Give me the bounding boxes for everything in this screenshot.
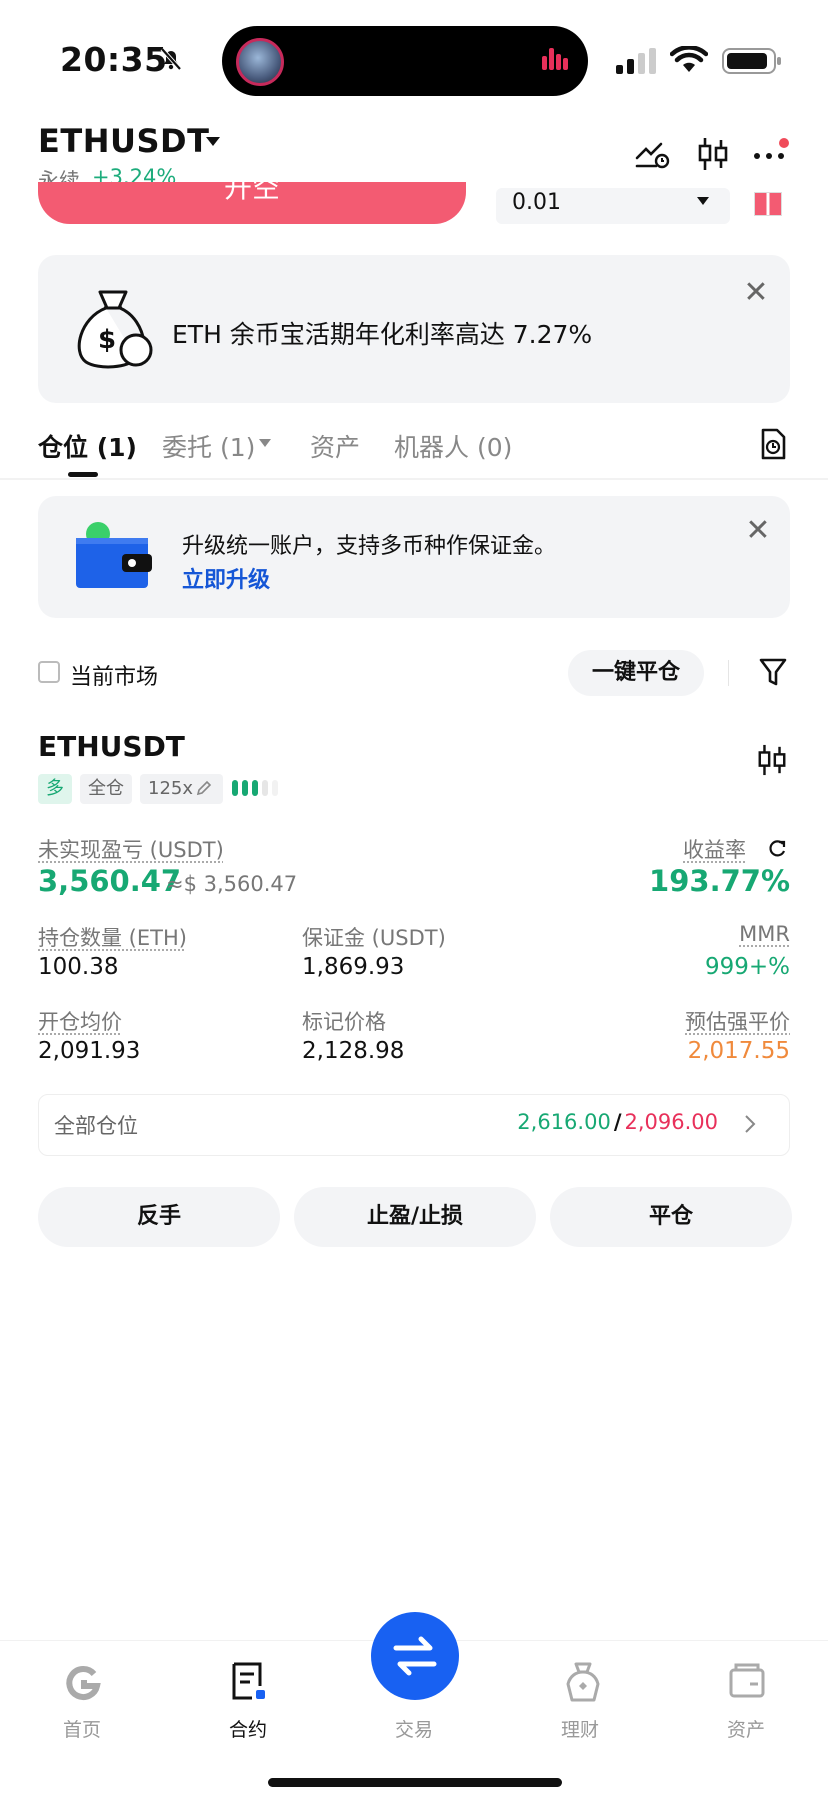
roe-value: 193.77% xyxy=(649,864,790,898)
more-icon[interactable] xyxy=(752,136,792,166)
current-market-label[interactable]: 当前市场 xyxy=(70,659,158,691)
tab-underline xyxy=(68,472,98,477)
money-bag-icon: $ xyxy=(77,290,153,369)
entry-price-label[interactable]: 开仓均价 xyxy=(38,1006,122,1036)
upgrade-link[interactable]: 立即升级 xyxy=(182,562,270,594)
history-icon[interactable] xyxy=(758,428,788,460)
close-icon[interactable]: ✕ xyxy=(742,516,774,548)
all-positions-label: 全部仓位 xyxy=(54,1114,138,1138)
nav-home[interactable]: 首页 xyxy=(22,1715,142,1742)
nav-assets[interactable]: 资产 xyxy=(686,1715,806,1742)
short-total: 2,096.00 xyxy=(624,1110,718,1134)
tab-assets[interactable]: 资产 xyxy=(310,428,360,464)
avatar xyxy=(236,38,284,86)
leverage-value: 125x xyxy=(148,778,194,799)
edit-icon[interactable] xyxy=(196,780,212,796)
mmr-label[interactable]: MMR xyxy=(739,922,790,946)
finance-icon[interactable] xyxy=(564,1662,602,1702)
unrealized-pnl-value: 3,560.47 xyxy=(38,864,182,898)
position-size-value: 100.38 xyxy=(38,954,119,980)
position-symbol[interactable]: ETHUSDT xyxy=(38,730,185,763)
tpsl-button[interactable]: 止盈/止损 xyxy=(294,1187,536,1247)
reverse-button[interactable]: 反手 xyxy=(38,1187,280,1247)
wifi-icon xyxy=(670,46,708,72)
liq-price-label[interactable]: 预估强平价 xyxy=(685,1006,790,1036)
mmr-value: 999+% xyxy=(704,954,790,980)
open-short-button[interactable]: 开空 xyxy=(38,182,466,224)
unrealized-pnl-usd: ≈$ 3,560.47 xyxy=(166,872,298,896)
refresh-icon[interactable] xyxy=(766,838,788,860)
mark-price-value: 2,128.98 xyxy=(302,1038,405,1064)
swap-icon xyxy=(393,1636,437,1676)
nav-finance[interactable]: 理财 xyxy=(520,1715,640,1742)
divider xyxy=(728,660,729,686)
divider xyxy=(0,478,828,480)
tab-orders[interactable]: 委托 (1) xyxy=(162,428,255,464)
caret-down-icon[interactable] xyxy=(258,438,272,448)
upgrade-text: 升级统一账户，支持多币种作保证金。 xyxy=(182,534,557,559)
contract-icon[interactable] xyxy=(230,1662,268,1702)
margin-mode-badge: 全仓 xyxy=(80,774,132,804)
bell-muted-icon xyxy=(160,47,182,71)
chevron-right-icon[interactable] xyxy=(744,1114,756,1134)
battery-icon xyxy=(722,48,781,74)
status-time: 20:35 xyxy=(60,40,168,79)
assets-icon[interactable] xyxy=(728,1662,766,1700)
open-short-label: 开空 xyxy=(223,182,280,204)
tab-bots[interactable]: 机器人 (0) xyxy=(394,428,512,464)
separator: / xyxy=(613,1110,622,1134)
home-indicator xyxy=(268,1778,562,1787)
current-market-checkbox[interactable] xyxy=(38,661,60,683)
pair-title[interactable]: ETHUSDT xyxy=(38,122,209,160)
position-size-label[interactable]: 持仓数量 (ETH) xyxy=(38,922,187,952)
nav-contract[interactable]: 合约 xyxy=(188,1715,308,1742)
promo-text: ETH 余币宝活期年化利率高达 7.27% xyxy=(172,320,593,349)
margin-label: 保证金 (USDT) xyxy=(302,926,446,950)
signal-icon xyxy=(616,48,656,74)
audio-bars-icon xyxy=(542,48,568,70)
close-position-button[interactable]: 平仓 xyxy=(550,1187,792,1247)
close-icon[interactable]: ✕ xyxy=(740,278,772,310)
mark-price-label: 标记价格 xyxy=(302,1010,386,1034)
close-all-button[interactable]: 一键平仓 xyxy=(568,650,704,696)
candlestick-chart-icon[interactable] xyxy=(756,742,788,778)
caret-down-icon[interactable] xyxy=(204,134,222,148)
price-alert-icon[interactable] xyxy=(634,138,670,170)
all-positions-values: 2,616.00/2,096.00 xyxy=(517,1110,718,1134)
orderbook-toggle-icon[interactable] xyxy=(754,192,782,216)
tab-positions[interactable]: 仓位 (1) xyxy=(38,428,137,464)
quantity-value: 0.01 xyxy=(512,190,561,215)
roe-label[interactable]: 收益率 xyxy=(683,834,746,864)
side-badge: 多 xyxy=(38,774,72,804)
svg-text:$: $ xyxy=(98,325,116,355)
home-icon[interactable] xyxy=(64,1664,102,1702)
adl-indicator-icon xyxy=(232,780,278,796)
liq-price-value: 2,017.55 xyxy=(687,1038,790,1064)
caret-down-icon[interactable] xyxy=(696,196,710,206)
unrealized-pnl-label[interactable]: 未实现盈亏 (USDT) xyxy=(38,834,224,864)
candlestick-chart-icon[interactable] xyxy=(696,136,730,172)
wallet-icon xyxy=(76,522,152,588)
nav-trade[interactable]: 交易 xyxy=(354,1715,474,1742)
margin-value: 1,869.93 xyxy=(302,954,405,980)
long-total: 2,616.00 xyxy=(517,1110,611,1134)
filter-icon[interactable] xyxy=(758,656,788,688)
entry-price-value: 2,091.93 xyxy=(38,1038,141,1064)
